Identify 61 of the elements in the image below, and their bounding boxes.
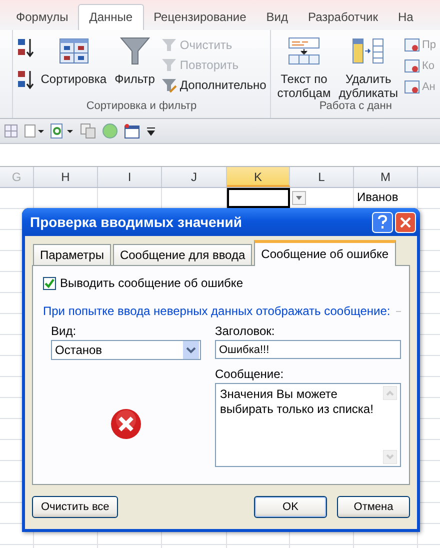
column-header[interactable]: I (98, 167, 162, 187)
copy-icon[interactable] (80, 123, 96, 139)
ribbon-button[interactable]: Текст по столбцам (275, 34, 333, 100)
button-label: Текст по (280, 72, 328, 86)
funnel-icon (120, 36, 150, 66)
chevron-down-icon (183, 341, 199, 359)
help-button[interactable] (372, 212, 393, 232)
sort-button[interactable]: Сортировка (38, 34, 109, 100)
funnel-icon (160, 37, 177, 53)
funnel-icon (160, 57, 177, 73)
column-header[interactable]: L (290, 167, 354, 187)
button-label: столбцам (277, 86, 331, 100)
field-label: Заголовок: (215, 324, 276, 338)
window-icon (404, 37, 420, 53)
dialog-tab[interactable]: Сообщение об ошибке (254, 240, 396, 266)
ribbon-tab[interactable]: Данные (78, 4, 144, 30)
dropdown-button[interactable] (292, 191, 306, 205)
grid-icon[interactable] (4, 124, 18, 138)
button-label: Удалить (345, 72, 392, 86)
dialog-tab[interactable]: Параметры (33, 244, 111, 265)
table-icon (58, 36, 89, 66)
dialog-tab[interactable]: Сообщение для ввода (112, 244, 252, 265)
sort-descending-icon[interactable] (16, 69, 35, 91)
form-icon[interactable] (124, 123, 140, 139)
ribbon-tab[interactable]: Разработчик (298, 5, 388, 30)
checkbox-label: Выводить сообщение об ошибке (60, 276, 243, 290)
group-title: Работа с данн (318, 100, 393, 114)
section-label: При попытке ввода неверных данных отображать сообщение: (43, 304, 390, 318)
title-field[interactable]: Ошибка!!! (215, 340, 401, 359)
ribbon-tab[interactable]: Формулы (6, 5, 78, 30)
column-header[interactable]: H (34, 167, 98, 187)
sort-ascending-icon[interactable] (16, 37, 35, 59)
button-label: дубликаты (338, 86, 398, 100)
ok-button[interactable]: OK (254, 496, 327, 518)
column-header[interactable]: K (227, 167, 290, 187)
funnel-icon (160, 77, 177, 93)
window-icon (404, 58, 420, 74)
customize-icon[interactable] (146, 126, 156, 136)
ribbon-tab[interactable]: На (388, 5, 424, 30)
checkbox[interactable] (43, 276, 56, 290)
refresh-icon[interactable] (50, 123, 74, 139)
ribbon-button[interactable]: Удалить дубликаты (336, 34, 400, 100)
active-cell[interactable] (227, 188, 290, 208)
filter-button[interactable]: Фильтр (112, 34, 157, 100)
window-icon (404, 79, 420, 95)
column-header[interactable]: M (354, 167, 418, 187)
field-label: Вид: (51, 324, 78, 338)
close-button[interactable] (395, 212, 416, 232)
clear-all-button[interactable]: Очистить все (32, 496, 118, 518)
field-label: Сообщение: (215, 367, 285, 381)
window-title: Проверка вводимых значений (30, 214, 243, 230)
text-columns-icon (288, 36, 320, 66)
style-dropdown[interactable]: Останов (51, 340, 201, 360)
ribbon-tab[interactable]: Вид (256, 5, 298, 30)
document-icon[interactable] (24, 124, 44, 138)
columns-icon (352, 36, 384, 66)
ribbon-tab[interactable]: Рецензирование (144, 5, 256, 30)
group-title: Сортировка и фильтр (85, 100, 198, 114)
filter-command[interactable]: Дополнительно (160, 77, 266, 93)
cancel-button[interactable]: Отмена (337, 496, 410, 518)
error-icon (110, 408, 142, 440)
